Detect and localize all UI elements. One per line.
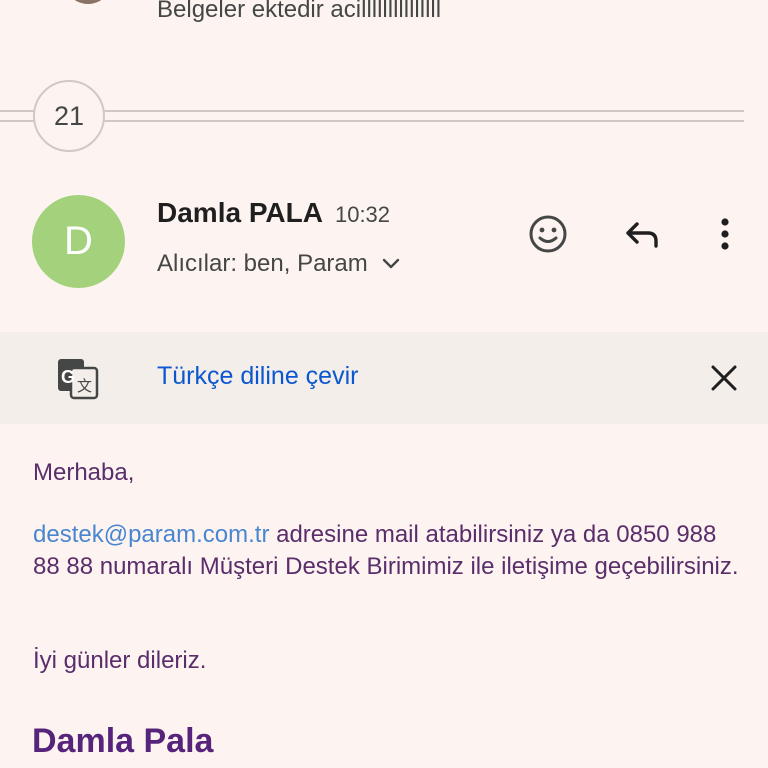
sender-line: Damla PALA 10:32 bbox=[157, 197, 390, 229]
support-email-link[interactable]: destek@param.com.tr bbox=[33, 521, 269, 548]
body-closing: İyi günler dileriz. bbox=[33, 647, 207, 674]
body-paragraph: destek@param.com.tr adresine mail atabil… bbox=[33, 519, 743, 583]
translate-icon: G 文 bbox=[58, 359, 99, 400]
reply-icon bbox=[626, 222, 658, 248]
message-time: 10:32 bbox=[334, 202, 391, 227]
more-options-button[interactable] bbox=[703, 212, 747, 256]
more-vert-icon bbox=[721, 218, 729, 250]
svg-text:G: G bbox=[61, 367, 75, 387]
emoji-reaction-button[interactable] bbox=[526, 212, 570, 256]
recipients-label: Alıcılar: ben, Param bbox=[157, 250, 368, 277]
translate-to-turkish-link[interactable]: Türkçe diline çevir bbox=[157, 362, 358, 391]
previous-message-snippet[interactable]: Belgeler ektedir acilllllllllllllll bbox=[157, 0, 441, 24]
email-thread-view: Belgeler ektedir acilllllllllllllll 21 D… bbox=[0, 0, 768, 768]
close-icon bbox=[711, 365, 737, 391]
collapsed-divider-line bbox=[0, 110, 744, 112]
sender-name: Damla PALA bbox=[157, 197, 323, 228]
reply-button[interactable] bbox=[620, 212, 664, 256]
translate-bar: G 文 Türkçe diline çevir bbox=[0, 332, 768, 424]
previous-sender-avatar[interactable] bbox=[64, 0, 112, 4]
chevron-down-icon bbox=[382, 258, 399, 269]
translate-close-button[interactable] bbox=[704, 358, 744, 398]
emoji-reaction-icon bbox=[529, 215, 567, 253]
sender-avatar[interactable]: D bbox=[32, 195, 125, 288]
signature-name: Damla Pala bbox=[32, 722, 214, 760]
collapsed-messages-count-button[interactable]: 21 bbox=[33, 80, 105, 152]
svg-text:文: 文 bbox=[77, 377, 92, 395]
body-greeting: Merhaba, bbox=[33, 459, 135, 486]
collapsed-divider-line bbox=[0, 120, 744, 122]
recipients-toggle[interactable]: Alıcılar: ben, Param bbox=[157, 250, 400, 278]
